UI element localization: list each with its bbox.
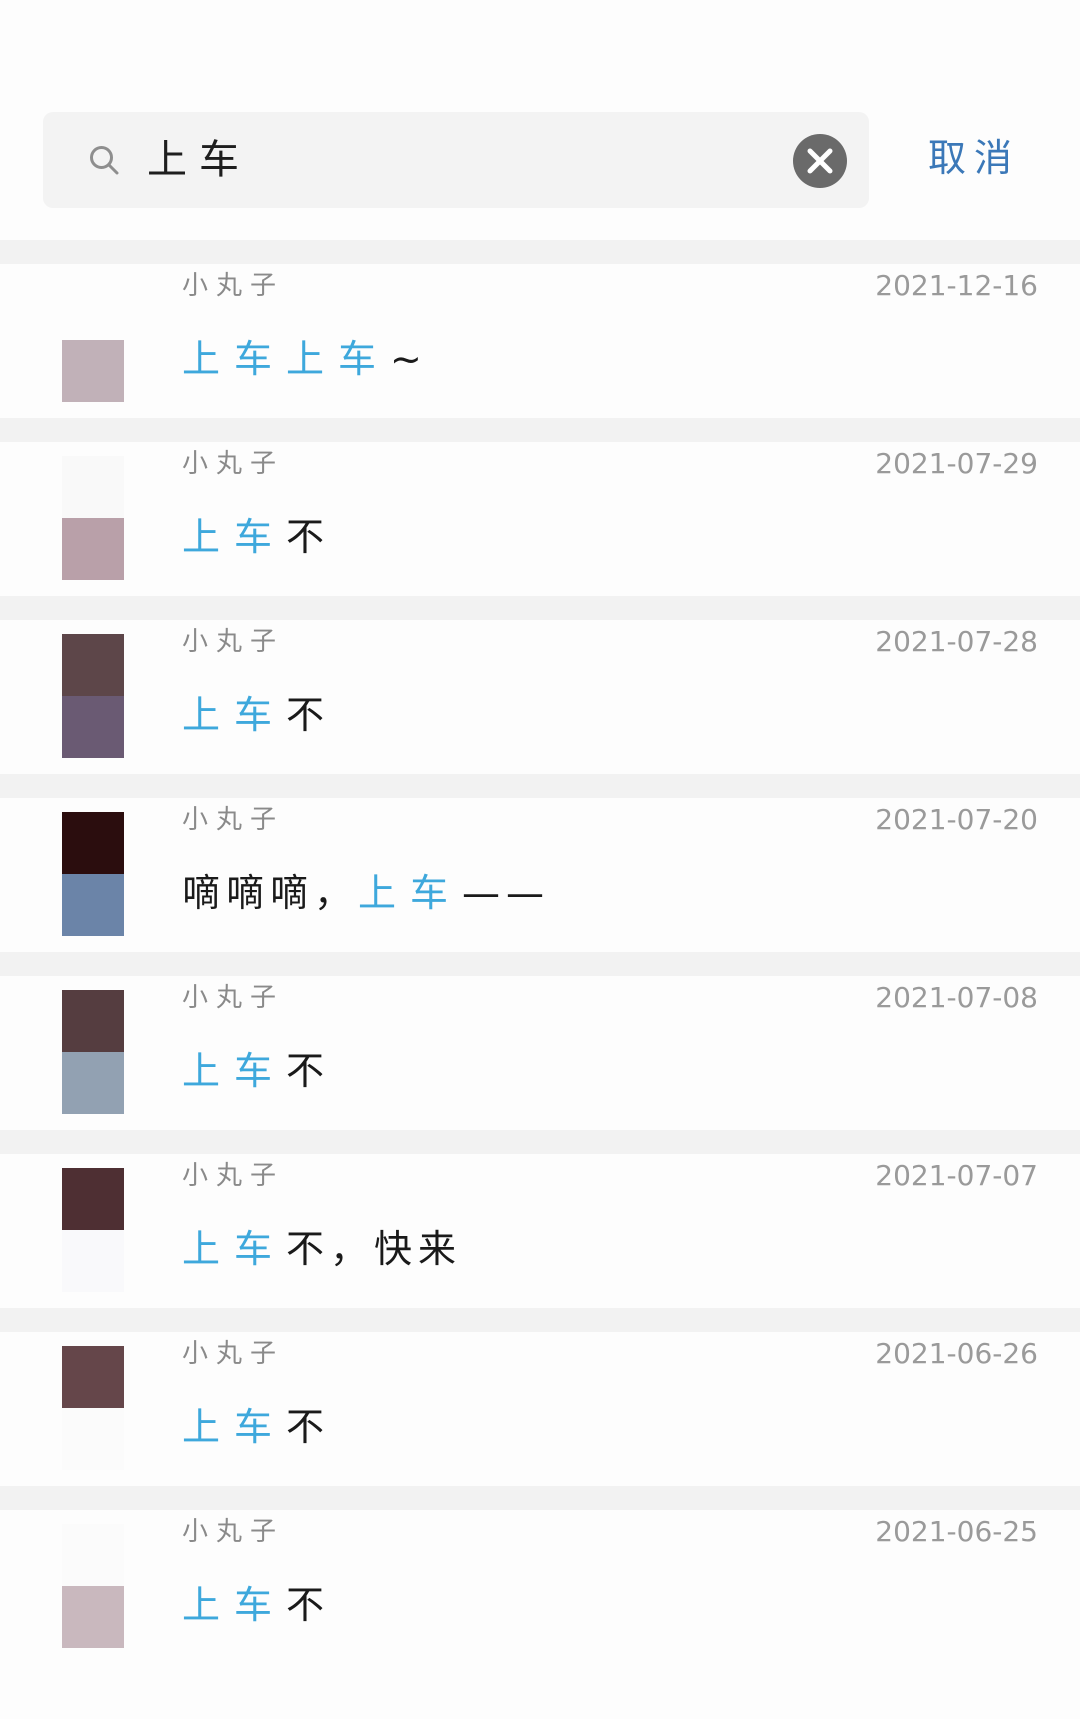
avatar[interactable] (62, 1168, 124, 1292)
highlighted-keyword: 上车 (182, 515, 287, 559)
row-divider (0, 1308, 1080, 1332)
search-result-row[interactable]: 小丸子 2021-07-29 上车不 (0, 418, 1080, 596)
avatar-image-top (62, 1346, 124, 1408)
sender-name: 小丸子 (182, 983, 285, 1013)
message-fragment: 不 (286, 515, 331, 559)
chat-search-screen: 上车 取消 小丸子 2021-12-16 上车上车~ 小丸子 2021-07-29 上车不… (0, 0, 1080, 1719)
search-result-row[interactable]: 小丸子 2021-06-26 上车不 (0, 1308, 1080, 1486)
message-date: 2021-07-08 (875, 981, 1038, 1014)
row-divider (0, 952, 1080, 976)
highlighted-keyword: 上车 (182, 1405, 287, 1449)
close-icon (807, 148, 833, 174)
avatar-image-top (62, 634, 124, 696)
message-date: 2021-07-29 (875, 447, 1038, 480)
sender-name: 小丸子 (182, 1517, 285, 1547)
search-result-row[interactable]: 小丸子 2021-12-16 上车上车~ (0, 240, 1080, 418)
sender-name: 小丸子 (182, 1339, 285, 1369)
avatar-image-top (62, 990, 124, 1052)
message-date: 2021-06-26 (875, 1337, 1038, 1370)
message-fragment: 不 (286, 1049, 331, 1093)
message-fragment: 不 (286, 1583, 331, 1627)
message-fragment: 不 (286, 693, 331, 737)
search-input[interactable]: 上车 (147, 134, 251, 186)
row-divider (0, 240, 1080, 264)
sender-name: 小丸子 (182, 271, 285, 301)
highlighted-keyword: 上车 (182, 693, 287, 737)
message-text: 上车不 (182, 510, 330, 564)
avatar[interactable] (62, 278, 124, 402)
avatar[interactable] (62, 990, 124, 1114)
message-fragment: 不，快来 (286, 1227, 463, 1271)
search-result-row[interactable]: 小丸子 2021-07-20 嘀嘀嘀，上车—— (0, 774, 1080, 952)
avatar[interactable] (62, 1346, 124, 1470)
search-result-row[interactable]: 小丸子 2021-06-25 上车不 (0, 1486, 1080, 1664)
avatar-image-top (62, 278, 124, 340)
message-fragment: ~ (390, 337, 428, 381)
message-fragment: —— (462, 871, 551, 915)
avatar-image-bottom (62, 340, 124, 402)
sender-name: 小丸子 (182, 627, 285, 657)
message-fragment: 嘀嘀嘀， (182, 871, 359, 915)
avatar-image-bottom (62, 1408, 124, 1470)
avatar-image-top (62, 812, 124, 874)
message-text: 上车不 (182, 1578, 330, 1632)
search-result-row[interactable]: 小丸子 2021-07-08 上车不 (0, 952, 1080, 1130)
sender-name: 小丸子 (182, 805, 285, 835)
avatar-image-bottom (62, 874, 124, 936)
search-result-row[interactable]: 小丸子 2021-07-28 上车不 (0, 596, 1080, 774)
message-fragment: 不 (286, 1405, 331, 1449)
avatar[interactable] (62, 1524, 124, 1648)
avatar-image-bottom (62, 1230, 124, 1292)
avatar-image-bottom (62, 518, 124, 580)
row-divider (0, 774, 1080, 798)
message-date: 2021-06-25 (875, 1515, 1038, 1548)
search-result-row[interactable]: 小丸子 2021-07-07 上车不，快来 (0, 1130, 1080, 1308)
highlighted-keyword: 上车 (358, 871, 463, 915)
search-icon (90, 146, 119, 175)
avatar-image-bottom (62, 1052, 124, 1114)
avatar[interactable] (62, 456, 124, 580)
message-text: 上车不 (182, 688, 330, 742)
message-date: 2021-07-28 (875, 625, 1038, 658)
avatar-image-top (62, 456, 124, 518)
row-divider (0, 1486, 1080, 1510)
sender-name: 小丸子 (182, 449, 285, 479)
avatar-image-top (62, 1524, 124, 1586)
avatar[interactable] (62, 812, 124, 936)
message-text: 上车上车~ (182, 332, 428, 386)
row-divider (0, 596, 1080, 620)
message-date: 2021-07-07 (875, 1159, 1038, 1192)
highlighted-keyword: 上车上车 (182, 337, 391, 381)
message-date: 2021-07-20 (875, 803, 1038, 836)
message-text: 上车不 (182, 1400, 330, 1454)
highlighted-keyword: 上车 (182, 1227, 287, 1271)
search-bar[interactable]: 上车 (43, 112, 869, 208)
sender-name: 小丸子 (182, 1161, 285, 1191)
avatar-image-bottom (62, 696, 124, 758)
cancel-button[interactable]: 取消 (928, 130, 1020, 186)
message-text: 嘀嘀嘀，上车—— (182, 866, 550, 920)
row-divider (0, 418, 1080, 442)
message-date: 2021-12-16 (875, 269, 1038, 302)
avatar-image-bottom (62, 1586, 124, 1648)
clear-search-button[interactable] (793, 134, 847, 188)
row-divider (0, 1130, 1080, 1154)
avatar[interactable] (62, 634, 124, 758)
highlighted-keyword: 上车 (182, 1583, 287, 1627)
message-text: 上车不 (182, 1044, 330, 1098)
highlighted-keyword: 上车 (182, 1049, 287, 1093)
avatar-image-top (62, 1168, 124, 1230)
message-text: 上车不，快来 (182, 1222, 462, 1276)
